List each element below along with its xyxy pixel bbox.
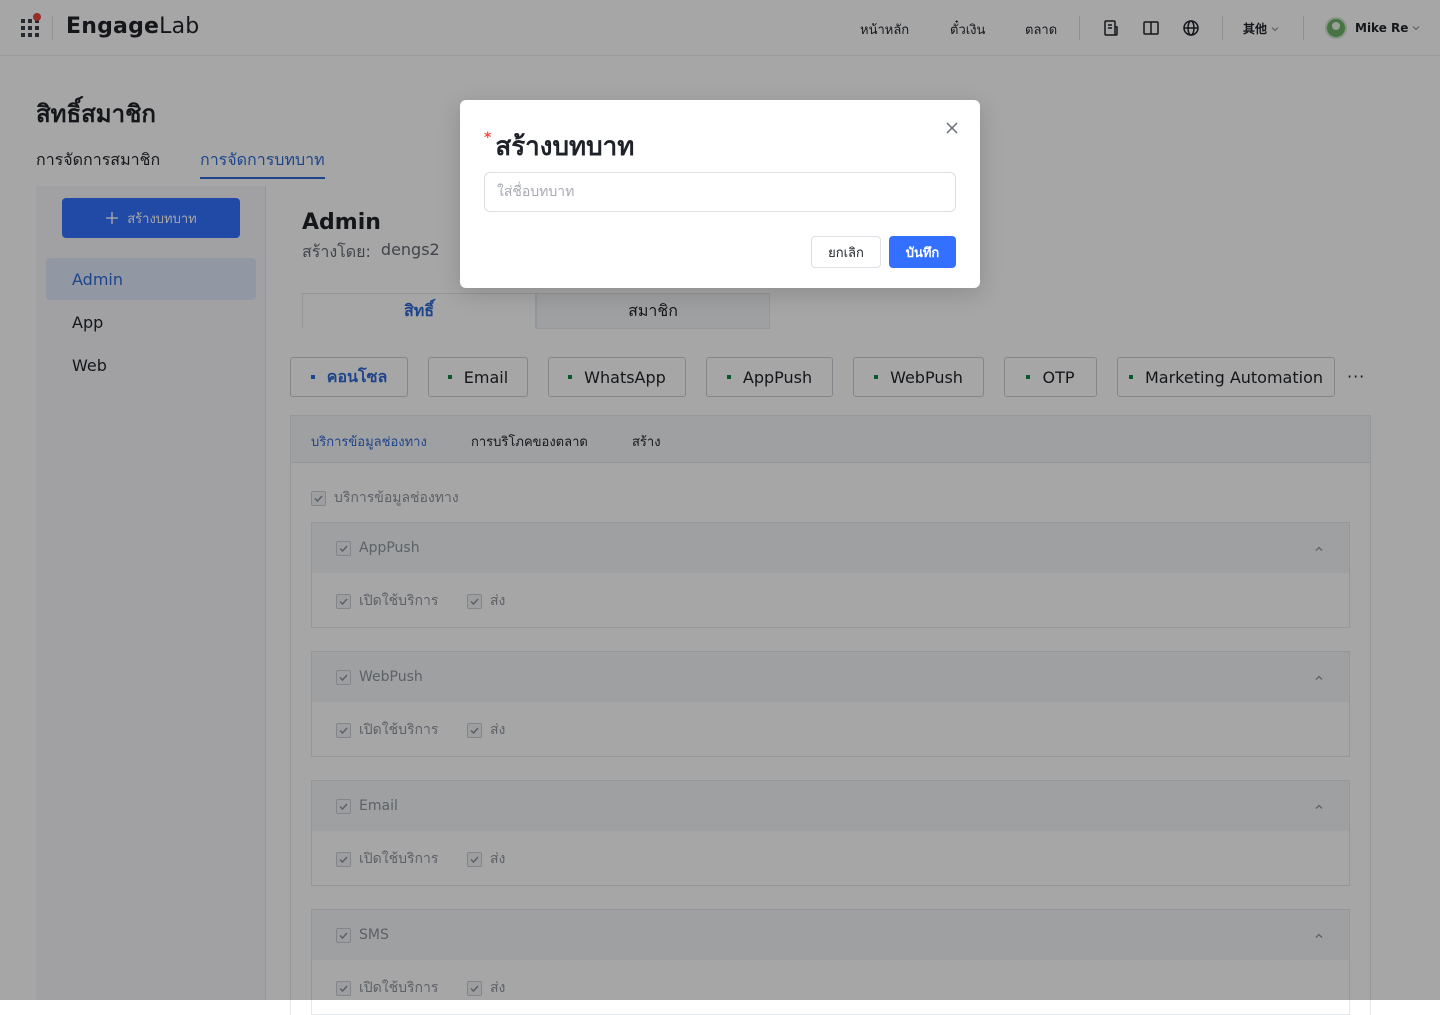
close-icon[interactable] bbox=[944, 120, 960, 136]
dialog-title-text: สร้างบทบาท bbox=[495, 132, 635, 162]
required-mark: * bbox=[484, 130, 492, 146]
create-role-dialog: * สร้างบทบาท ยกเลิก บันทึก bbox=[460, 100, 980, 288]
dialog-title: * สร้างบทบาท bbox=[484, 126, 634, 167]
save-button[interactable]: บันทึก bbox=[889, 236, 956, 268]
cancel-button[interactable]: ยกเลิก bbox=[811, 236, 881, 268]
role-name-input[interactable] bbox=[484, 172, 956, 212]
